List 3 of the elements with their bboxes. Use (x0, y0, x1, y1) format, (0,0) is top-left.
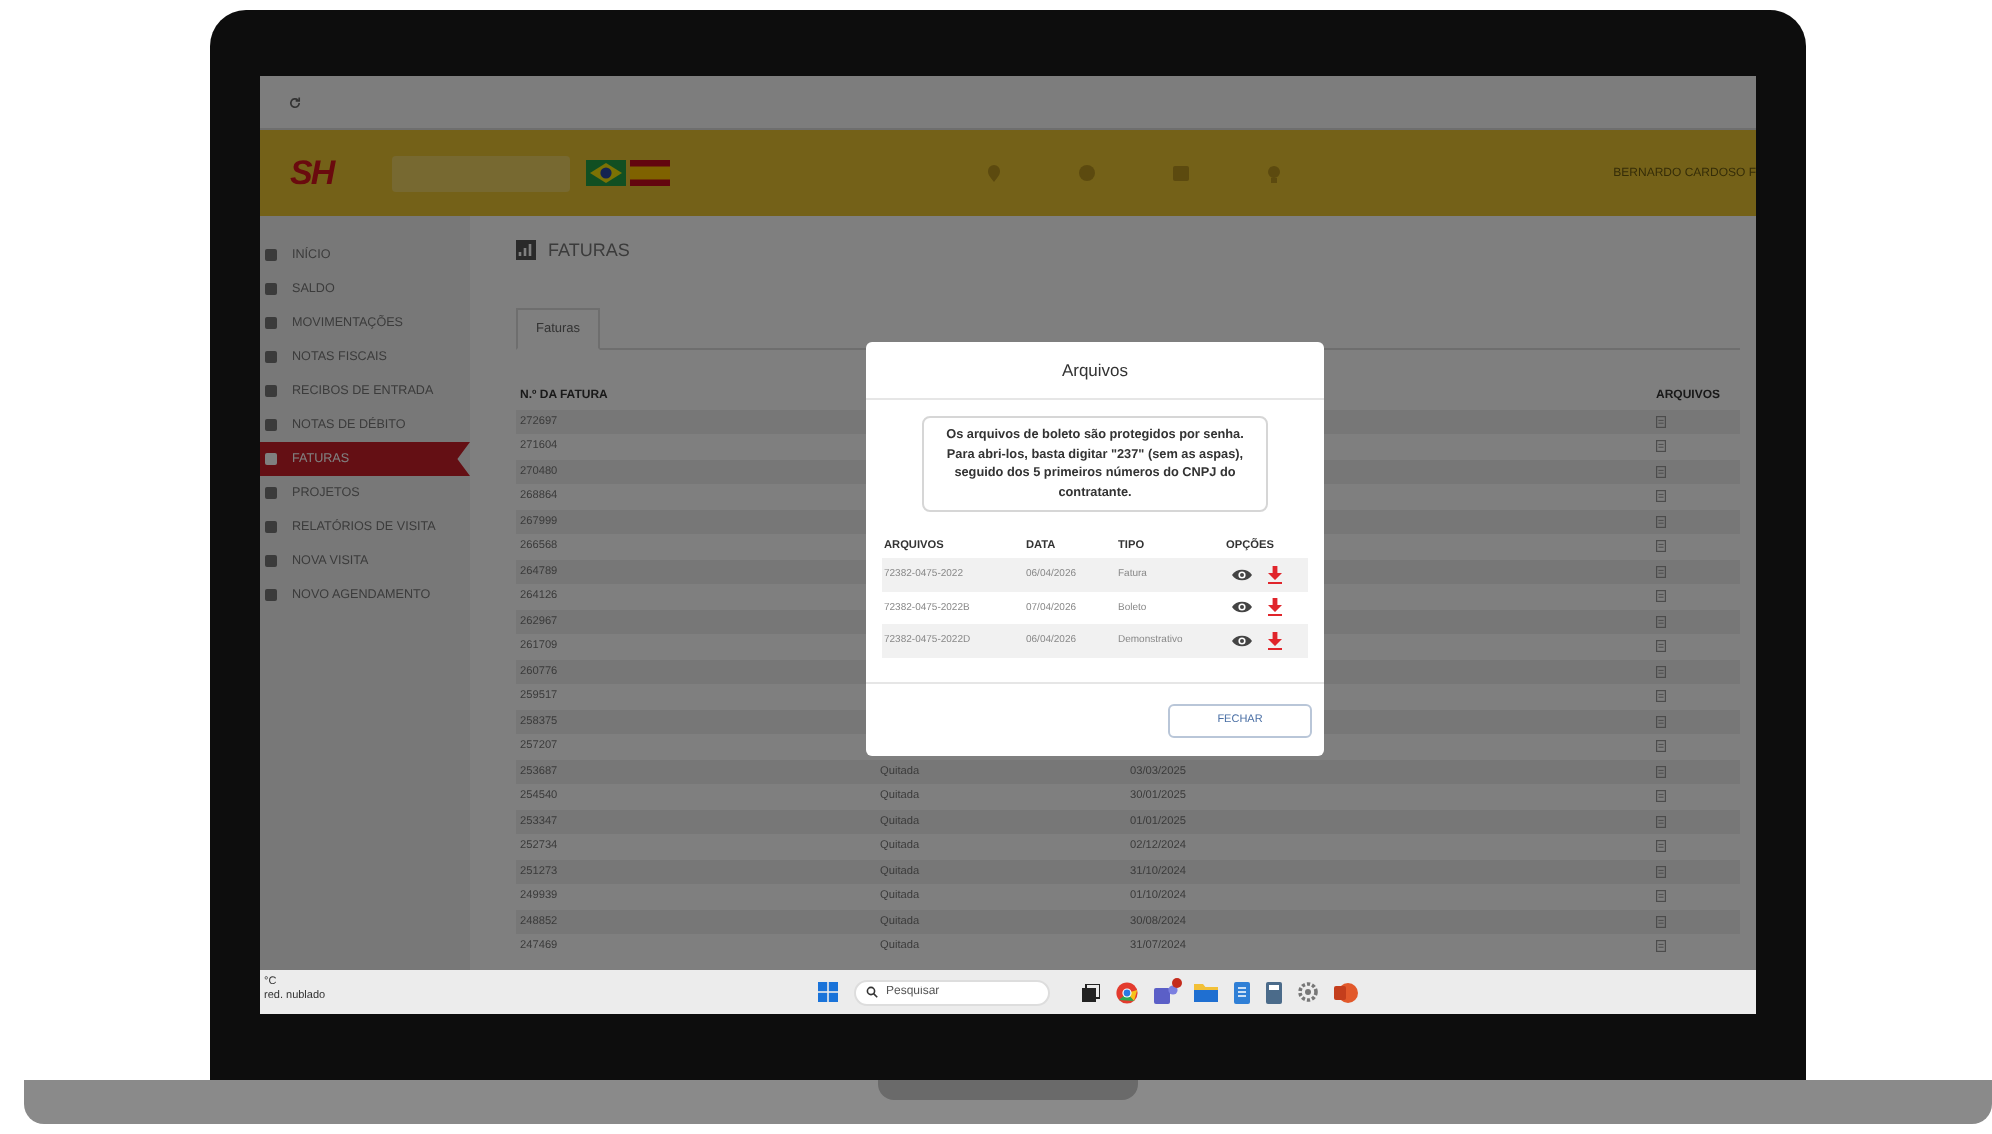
logo: SH (290, 153, 334, 193)
page-title: FATURAS (548, 240, 630, 260)
dialog-title: Arquivos (866, 342, 1324, 400)
